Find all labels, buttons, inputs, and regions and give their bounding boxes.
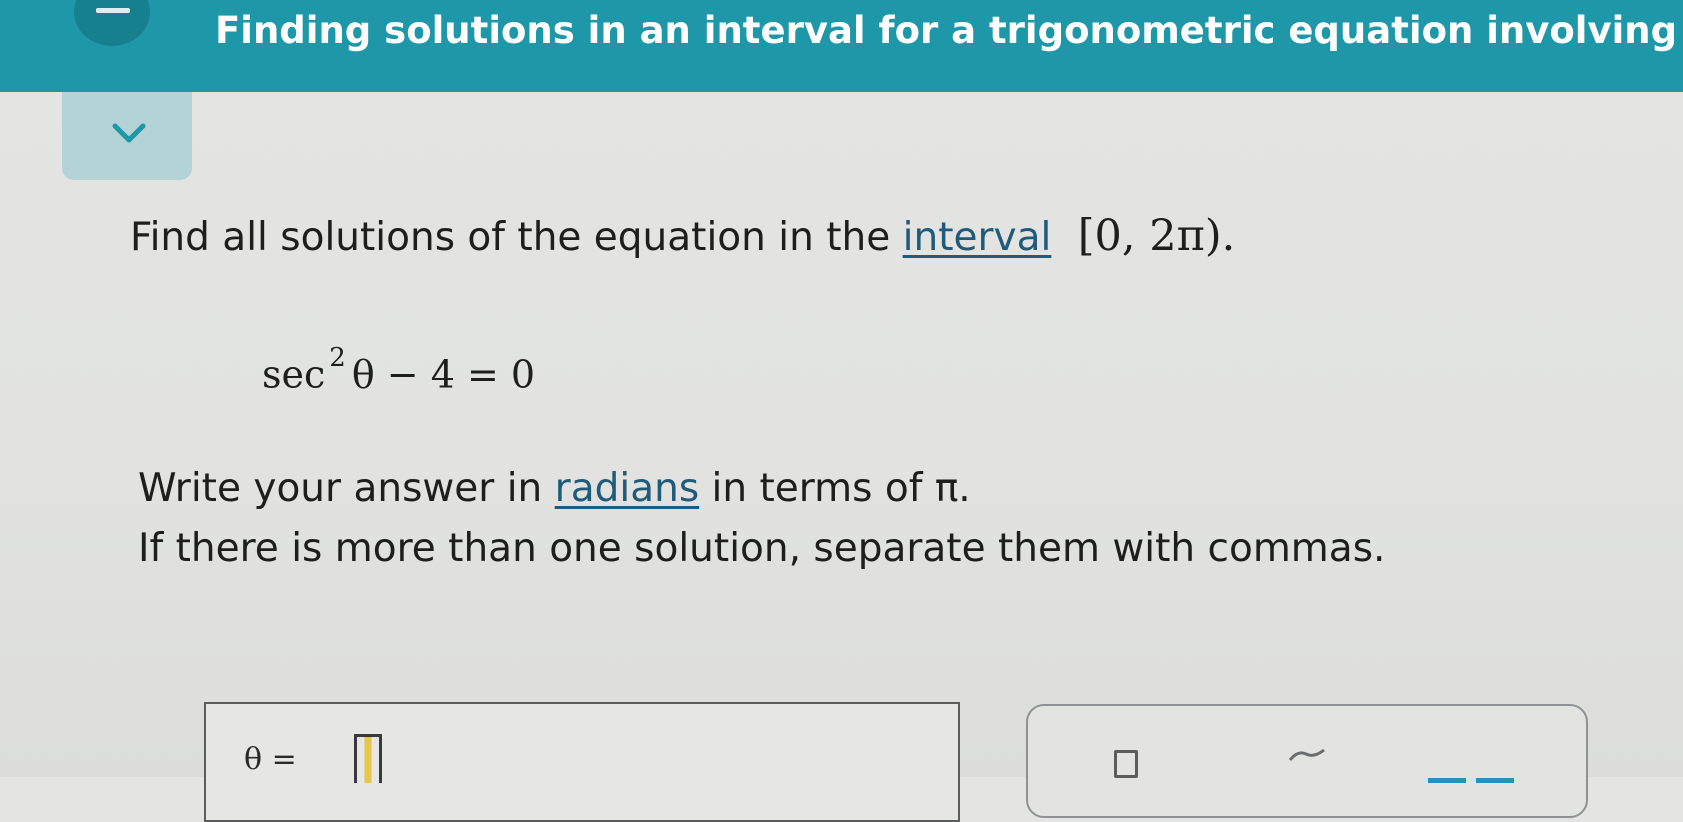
chevron-down-icon	[112, 123, 146, 143]
equation-exponent: 2	[329, 343, 346, 373]
equation-rest: θ − 4 = 0	[351, 352, 536, 397]
instruction-text: Write your answer in	[138, 466, 543, 511]
collapse-button[interactable]	[62, 92, 192, 180]
equation-sec: sec	[262, 352, 326, 397]
interval-expression: [0, 2π).	[1077, 211, 1236, 261]
instruction-commas: If there is more than one solution, sepa…	[138, 526, 1386, 571]
answer-box[interactable]: θ =	[204, 702, 960, 822]
prompt-text: Find all solutions of the equation in th…	[130, 215, 891, 260]
hamburger-icon	[96, 8, 130, 13]
theta-label: θ =	[244, 742, 297, 777]
pi-icon[interactable]	[1288, 746, 1326, 766]
instruction-text-after: in terms of π.	[711, 466, 971, 511]
interval-link[interactable]: interval	[903, 215, 1052, 260]
equation: sec 2 θ − 4 = 0	[262, 338, 536, 397]
instruction-radians: Write your answer in radians in terms of…	[138, 462, 971, 516]
page-title: Finding solutions in an interval for a t…	[215, 9, 1683, 52]
header-bar: Finding solutions in an interval for a t…	[0, 0, 1683, 92]
radians-link[interactable]: radians	[555, 466, 699, 511]
problem-prompt: Find all solutions of the equation in th…	[130, 206, 1235, 266]
menu-button[interactable]	[74, 0, 150, 46]
answer-input[interactable]	[354, 734, 382, 783]
fraction-box-icon[interactable]	[1114, 750, 1138, 778]
math-tool-panel	[1026, 704, 1588, 818]
